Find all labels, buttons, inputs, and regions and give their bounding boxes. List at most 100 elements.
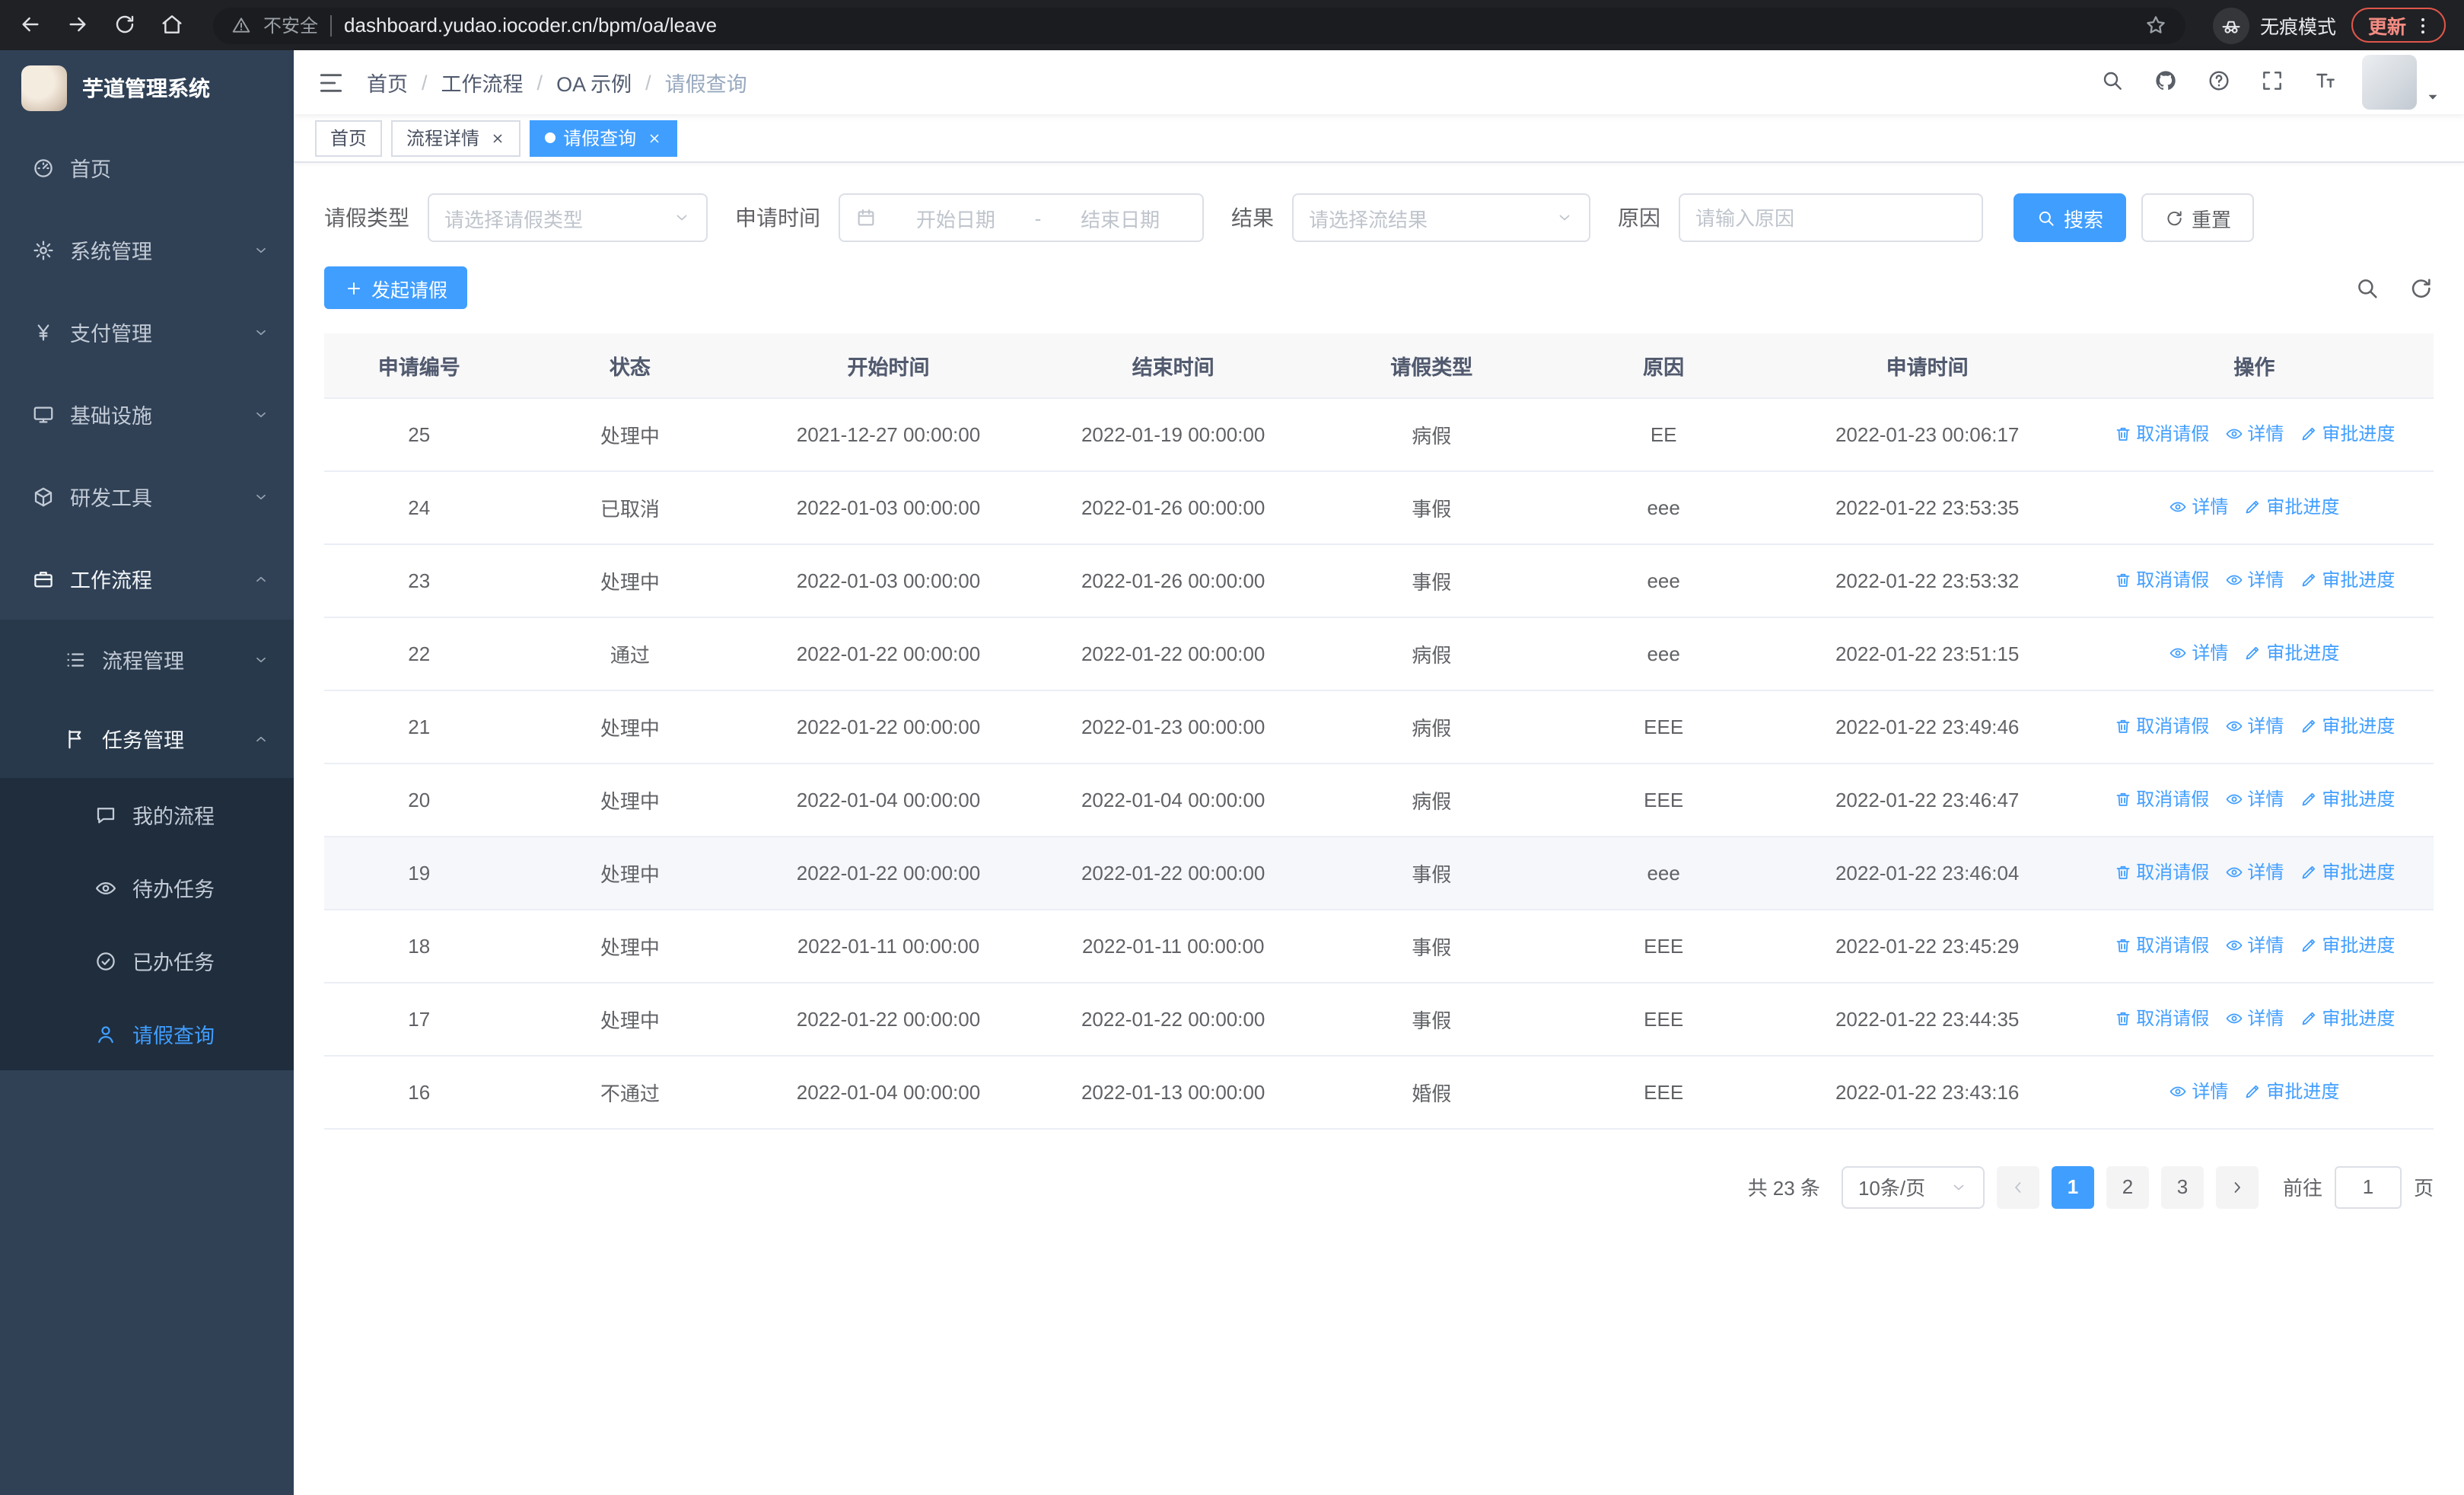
font-size-button[interactable]: [2313, 69, 2341, 96]
tab[interactable]: 请假查询: [530, 120, 678, 156]
cancel-link[interactable]: 取消请假: [2113, 1006, 2209, 1031]
sidebar-item[interactable]: 待办任务: [0, 851, 294, 924]
sidebar-item[interactable]: 工作流程: [0, 537, 294, 620]
page-button-1[interactable]: 1: [2051, 1165, 2094, 1208]
toggle-search-button[interactable]: [2354, 275, 2380, 301]
detail-link[interactable]: 详情: [2224, 786, 2284, 812]
cell-status: 通过: [514, 617, 747, 690]
app-logo[interactable]: 芋道管理系统: [0, 50, 294, 126]
cancel-link[interactable]: 取消请假: [2113, 713, 2209, 739]
forward-button[interactable]: [65, 12, 91, 38]
progress-link[interactable]: 审批进度: [2299, 713, 2395, 739]
reason-field[interactable]: [1679, 193, 1983, 242]
cancel-link[interactable]: 取消请假: [2113, 932, 2209, 958]
breadcrumb-item[interactable]: 工作流程: [441, 67, 524, 97]
progress-link[interactable]: 审批进度: [2299, 932, 2395, 958]
goto-page-input[interactable]: [2334, 1165, 2402, 1208]
back-button[interactable]: [18, 12, 44, 38]
trash-icon: [2113, 571, 2131, 589]
column-header: 开始时间: [746, 333, 1031, 398]
cancel-link[interactable]: 取消请假: [2113, 421, 2209, 447]
sidebar-toggle-icon[interactable]: [317, 68, 345, 97]
detail-link[interactable]: 详情: [2224, 932, 2284, 958]
detail-link[interactable]: 详情: [2169, 1079, 2228, 1105]
leave-type-select[interactable]: 请选择请假类型: [428, 193, 708, 242]
reason-input[interactable]: [1695, 206, 1966, 229]
page-button-3[interactable]: 3: [2160, 1165, 2204, 1208]
search-icon: [2354, 275, 2380, 301]
progress-link[interactable]: 审批进度: [2299, 1006, 2395, 1031]
sidebar-item[interactable]: 首页: [0, 126, 294, 209]
avatar[interactable]: [2362, 55, 2417, 110]
browser-menu-icon[interactable]: [2412, 14, 2434, 36]
update-chip[interactable]: 更新: [2351, 8, 2446, 43]
progress-link-label: 审批进度: [2266, 496, 2340, 518]
result-select[interactable]: 请选择流结果: [1292, 193, 1590, 242]
reload-button[interactable]: [113, 12, 138, 38]
detail-link[interactable]: 详情: [2224, 421, 2284, 447]
sidebar-item[interactable]: 流程管理: [0, 620, 294, 699]
progress-link[interactable]: 审批进度: [2299, 859, 2395, 885]
cancel-link[interactable]: 取消请假: [2113, 567, 2209, 593]
create-leave-button[interactable]: 发起请假: [324, 266, 468, 309]
sidebar-item-label: 流程管理: [102, 650, 184, 673]
sidebar-item[interactable]: 系统管理: [0, 209, 294, 291]
search-button[interactable]: 搜索: [2014, 193, 2127, 242]
sidebar-item[interactable]: 任务管理: [0, 699, 294, 778]
page-button-2[interactable]: 2: [2106, 1165, 2149, 1208]
github-button[interactable]: [2154, 69, 2181, 96]
sidebar-item[interactable]: 基础设施: [0, 373, 294, 455]
sidebar-item[interactable]: 请假查询: [0, 997, 294, 1070]
sidebar-item[interactable]: 已办任务: [0, 924, 294, 997]
sidebar-item[interactable]: 研发工具: [0, 455, 294, 537]
progress-link[interactable]: 审批进度: [2243, 494, 2339, 520]
result-placeholder: 请选择流结果: [1309, 208, 1428, 231]
detail-link[interactable]: 详情: [2169, 494, 2228, 520]
fullscreen-button[interactable]: [2260, 69, 2287, 96]
cancel-link-label: 取消请假: [2136, 1008, 2210, 1030]
detail-link[interactable]: 详情: [2169, 640, 2228, 666]
page-size-select[interactable]: 10条/页: [1841, 1165, 1985, 1208]
detail-link[interactable]: 详情: [2224, 859, 2284, 885]
breadcrumb-item[interactable]: OA 示例: [556, 67, 632, 97]
sidebar-item[interactable]: 我的流程: [0, 778, 294, 851]
progress-link[interactable]: 审批进度: [2299, 421, 2395, 447]
breadcrumb-item[interactable]: 首页: [367, 67, 408, 97]
monitor-icon: [32, 403, 55, 426]
home-button[interactable]: [160, 12, 186, 38]
column-header: 状态: [514, 333, 747, 398]
next-page-button[interactable]: [2215, 1165, 2259, 1208]
bookmark-star-icon[interactable]: [2144, 14, 2167, 37]
cell-start: 2022-01-22 00:00:00: [746, 982, 1031, 1056]
detail-link[interactable]: 详情: [2224, 1006, 2284, 1031]
tab[interactable]: 首页: [315, 120, 383, 156]
column-header: 原因: [1547, 333, 1780, 398]
close-tab-icon[interactable]: [647, 130, 662, 145]
cancel-link[interactable]: 取消请假: [2113, 859, 2209, 885]
progress-link[interactable]: 审批进度: [2243, 1079, 2339, 1105]
user-menu[interactable]: [2362, 55, 2441, 110]
help-button[interactable]: [2207, 69, 2234, 96]
address-bar[interactable]: 不安全 dashboard.yudao.iocoder.cn/bpm/oa/le…: [213, 7, 2185, 43]
app-frame: 芋道管理系统 首页 系统管理 支付管理 基础设施 研发工具 工作流程 流程管理 任务管理 我的流…: [0, 50, 2464, 1495]
leave-table: 申请编号 状态 开始时间 结束时间 请假类型 原因 申请时间 操作 25 处理中 2021-12-…: [324, 333, 2434, 1129]
progress-link[interactable]: 审批进度: [2299, 567, 2395, 593]
url-text[interactable]: dashboard.yudao.iocoder.cn/bpm/oa/leave: [344, 14, 2132, 37]
progress-link[interactable]: 审批进度: [2243, 640, 2339, 666]
detail-link[interactable]: 详情: [2224, 567, 2284, 593]
progress-link[interactable]: 审批进度: [2299, 786, 2395, 812]
sidebar-item[interactable]: 支付管理: [0, 291, 294, 373]
refresh-table-button[interactable]: [2408, 275, 2434, 301]
close-tab-icon[interactable]: [490, 130, 505, 145]
security-label[interactable]: 不安全: [263, 12, 318, 38]
prev-page-button[interactable]: [1996, 1165, 2039, 1208]
incognito-badge[interactable]: 无痕模式: [2212, 7, 2336, 43]
search-button[interactable]: [2100, 69, 2128, 96]
tab[interactable]: 流程详情: [391, 120, 521, 156]
detail-link[interactable]: 详情: [2224, 713, 2284, 739]
cancel-link[interactable]: 取消请假: [2113, 786, 2209, 812]
chevron-down-icon: [253, 241, 269, 258]
progress-link-label: 审批进度: [2266, 642, 2340, 665]
reset-button[interactable]: 重置: [2141, 193, 2255, 242]
apply-time-range-picker[interactable]: 开始日期 - 结束日期: [839, 193, 1204, 242]
